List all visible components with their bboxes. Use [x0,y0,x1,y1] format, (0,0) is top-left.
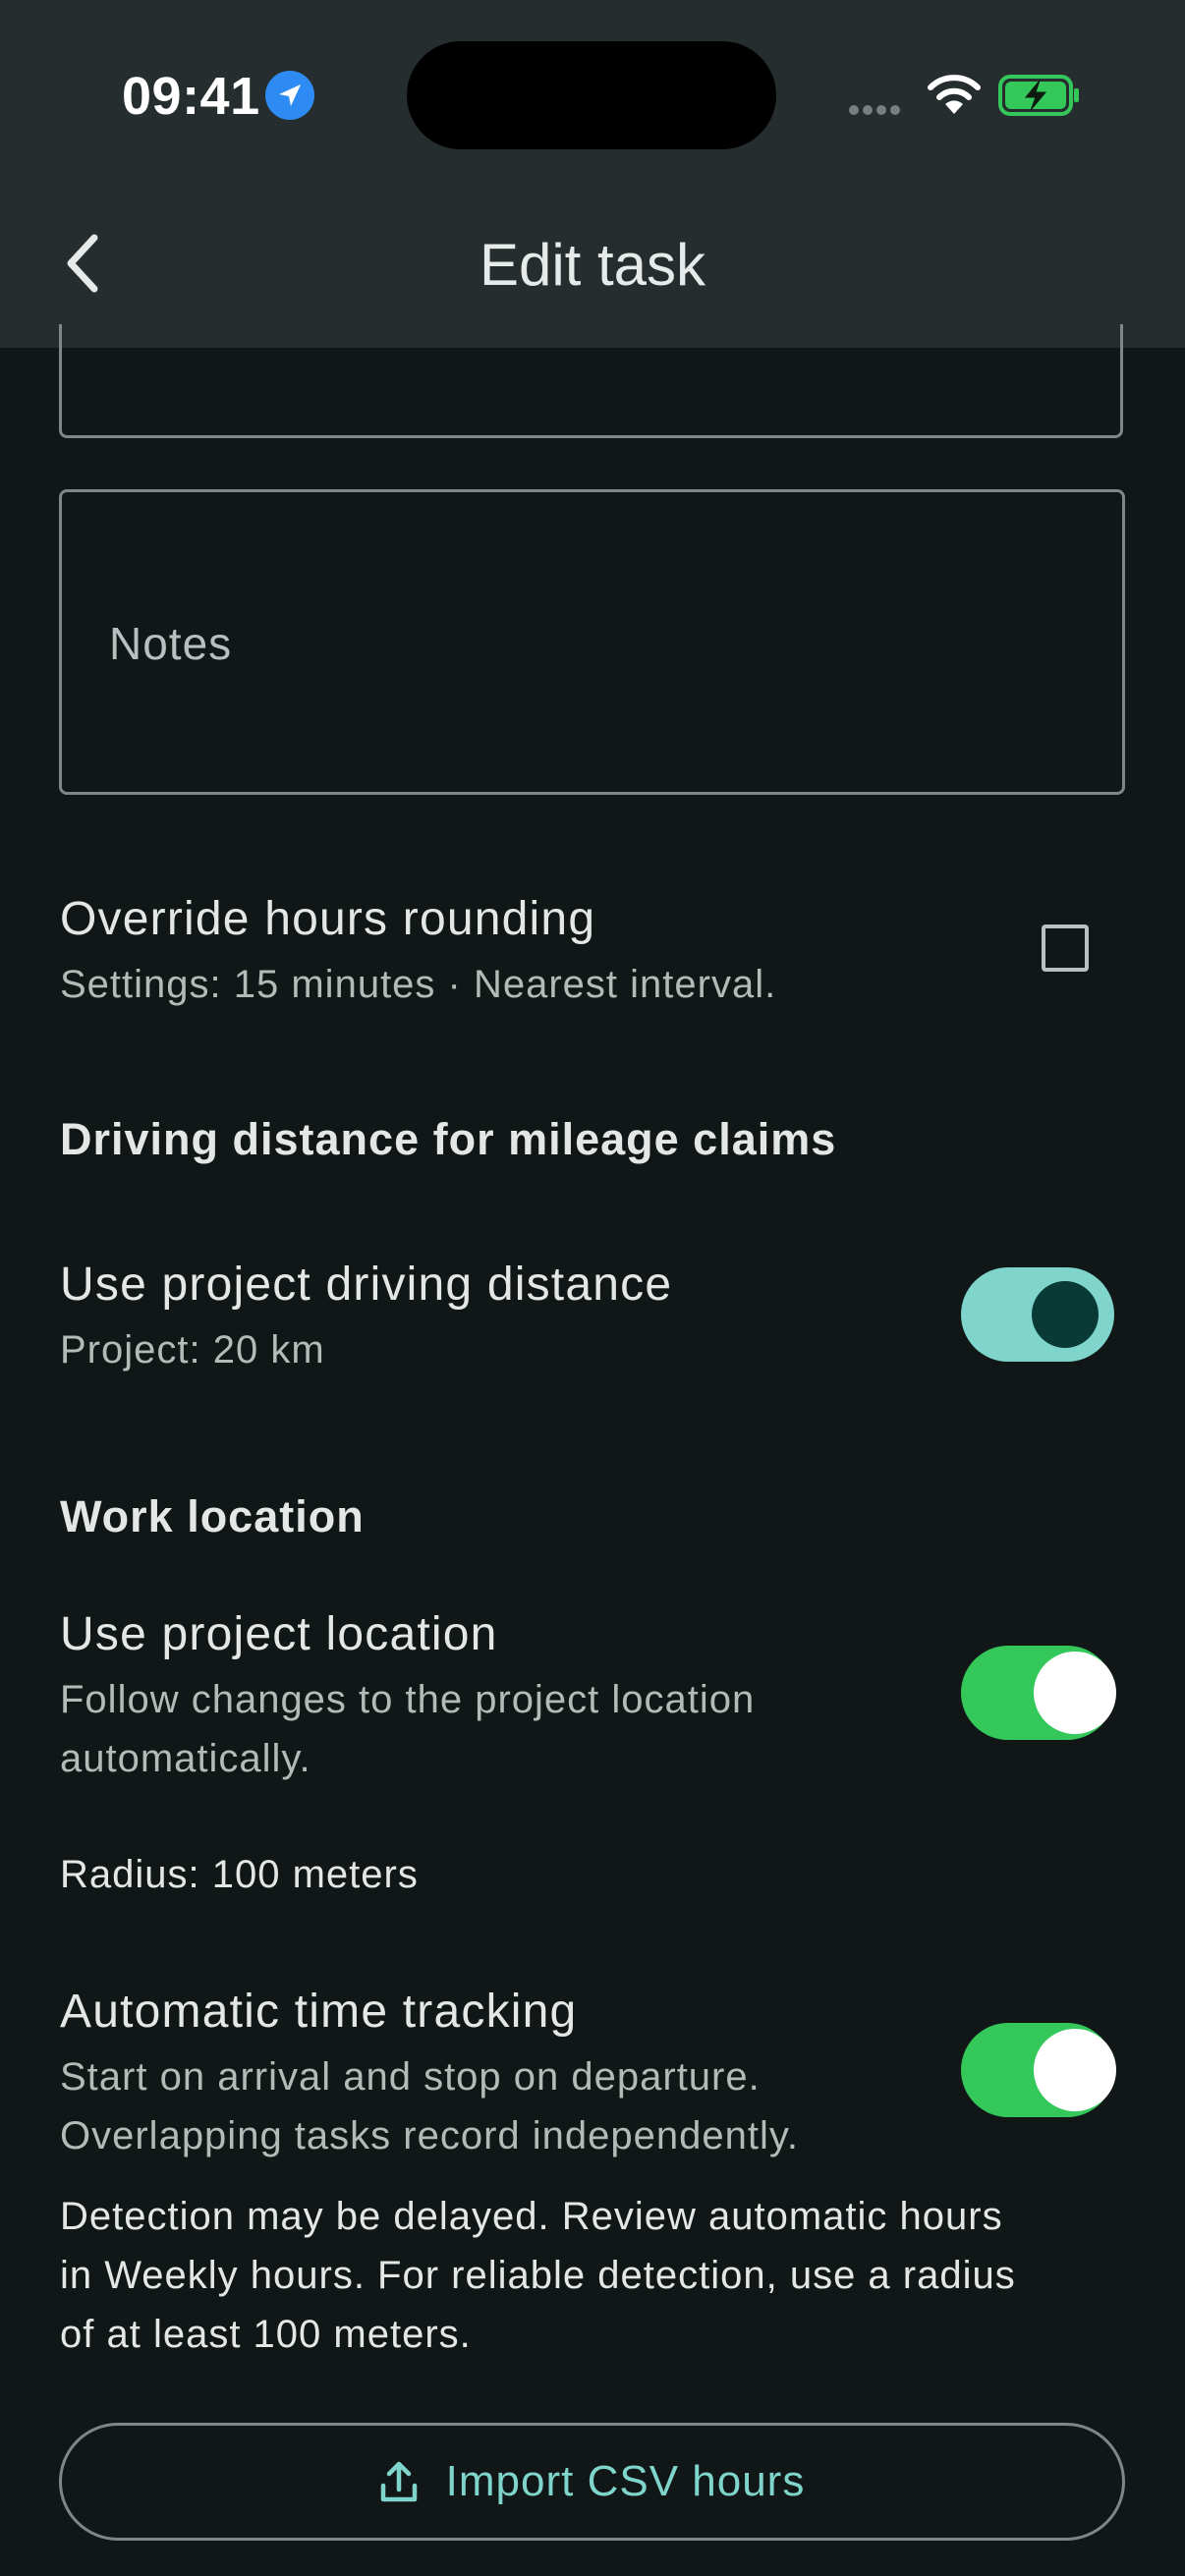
detection-notice-line-1: Detection may be delayed. Review automat… [60,2195,1003,2238]
use-project-location-subtitle-1: Follow changes to the project location [60,1678,756,1721]
wifi-icon [926,71,983,121]
radius-value[interactable]: Radius: 100 meters [60,1845,419,1904]
toggle-knob [1034,1652,1116,1734]
auto-tracking-subtitle-1: Start on arrival and stop on departure. [60,2055,761,2099]
use-project-location-toggle[interactable] [961,1646,1116,1740]
use-project-location-subtitle-2: automatically. [60,1737,311,1780]
notes-field[interactable]: Notes [59,489,1125,795]
auto-tracking-toggle[interactable] [961,2023,1116,2117]
override-rounding-title: Override hours rounding [60,893,596,945]
cellular-signal-icon [849,102,904,120]
dynamic-island [407,41,776,149]
use-project-distance-subtitle: Project: 20 km [60,1328,325,1372]
use-project-location-title: Use project location [60,1608,498,1660]
import-csv-label: Import CSV hours [445,2457,806,2505]
location-arrow-icon [265,71,314,120]
detection-notice-line-2: in Weekly hours. For reliable detection,… [60,2254,1016,2297]
driving-distance-heading: Driving distance for mileage claims [60,1114,837,1164]
battery-charging-icon [998,75,1083,121]
toggle-knob [1032,1281,1099,1348]
upload-icon [380,2461,417,2502]
import-csv-button[interactable]: Import CSV hours [59,2423,1125,2541]
work-location-heading: Work location [60,1491,365,1541]
override-rounding-subtitle: Settings: 15 minutes · Nearest interval. [60,963,777,1006]
use-project-distance-title: Use project driving distance [60,1259,673,1311]
auto-tracking-title: Automatic time tracking [60,1986,578,2038]
previous-text-field[interactable] [59,324,1123,438]
use-project-distance-toggle[interactable] [961,1267,1114,1362]
detection-notice-line-3: of at least 100 meters. [60,2313,472,2356]
auto-tracking-subtitle-2: Overlapping tasks record independently. [60,2114,800,2157]
status-time: 09:41 [122,67,260,126]
page-title: Edit task [479,232,706,298]
notes-placeholder: Notes [109,618,233,669]
override-rounding-checkbox[interactable] [1042,924,1089,972]
toggle-knob [1034,2029,1116,2111]
